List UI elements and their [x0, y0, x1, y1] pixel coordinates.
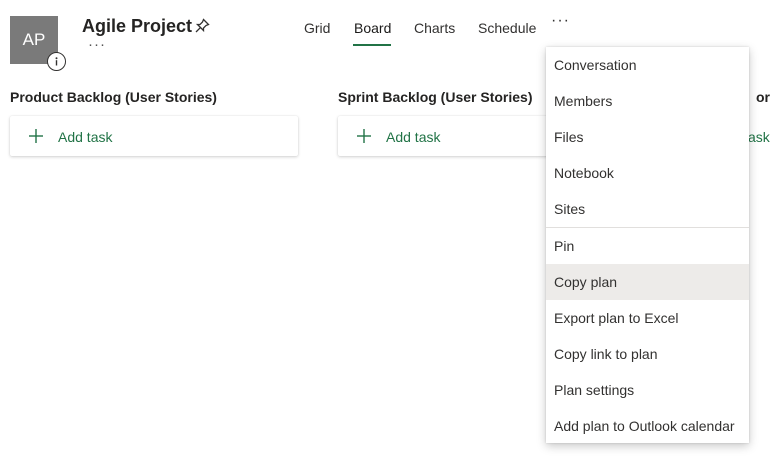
menu-item-copy-link[interactable]: Copy link to plan [546, 336, 749, 372]
tab-charts[interactable]: Charts [414, 20, 455, 36]
info-icon[interactable] [47, 52, 66, 71]
plus-icon [29, 129, 43, 143]
add-task-label: Add task [58, 129, 113, 145]
more-icon[interactable]: ··· [551, 12, 570, 30]
menu-item-sites[interactable]: Sites [546, 191, 749, 227]
menu-item-conversation[interactable]: Conversation [546, 47, 749, 83]
menu-item-plan-settings[interactable]: Plan settings [546, 372, 749, 408]
menu-item-export-excel[interactable]: Export plan to Excel [546, 300, 749, 336]
menu-item-members[interactable]: Members [546, 83, 749, 119]
add-task-button[interactable]: Add task [338, 116, 558, 156]
add-task-label: ask [748, 129, 770, 145]
plan-more-icon[interactable]: ··· [88, 36, 106, 53]
avatar-initials: AP [22, 30, 46, 49]
plus-icon [357, 129, 371, 143]
menu-item-copy-plan[interactable]: Copy plan [546, 264, 749, 300]
menu-item-pin[interactable]: Pin [546, 228, 749, 264]
add-task-button[interactable]: Add task [10, 116, 298, 156]
plan-title: Agile Project [82, 16, 193, 36]
menu-item-add-outlook[interactable]: Add plan to Outlook calendar [546, 408, 749, 444]
column-title-product-backlog: Product Backlog (User Stories) [10, 89, 217, 105]
tab-schedule[interactable]: Schedule [478, 20, 536, 36]
more-options-menu: Conversation Members Files Notebook Site… [546, 47, 749, 443]
menu-item-notebook[interactable]: Notebook [546, 155, 749, 191]
tab-grid[interactable]: Grid [304, 20, 330, 36]
column-title-sprint-backlog: Sprint Backlog (User Stories) [338, 89, 533, 105]
add-task-label: Add task [386, 129, 441, 145]
column-title-partial: or Sp [756, 89, 774, 105]
pin-icon[interactable] [193, 17, 211, 35]
tab-board[interactable]: Board [354, 20, 391, 36]
menu-item-files[interactable]: Files [546, 119, 749, 155]
active-tab-indicator [353, 44, 391, 46]
